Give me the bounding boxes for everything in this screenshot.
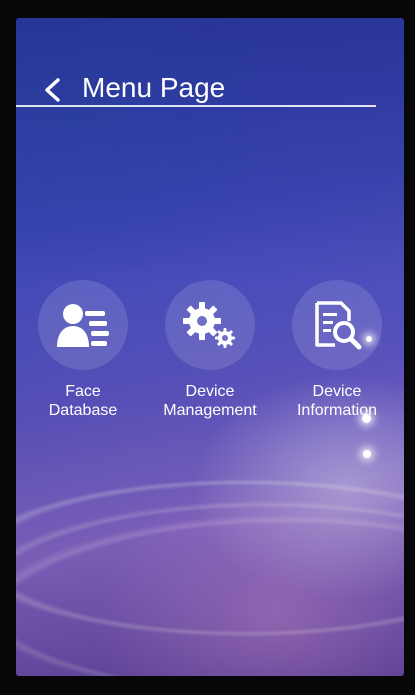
header-bar: Menu Page (32, 70, 392, 110)
chevron-left-icon (45, 78, 60, 102)
menu-item-label: Device Management (163, 383, 257, 419)
face-database-icon (57, 304, 109, 347)
menu-item-device-information[interactable]: Device Information (274, 280, 400, 420)
gears-icon (183, 302, 235, 348)
header-divider (16, 105, 376, 107)
icon-circle (165, 280, 255, 370)
icon-circle (38, 280, 128, 370)
device-screen: Menu Page Face Database Device Managemen… (16, 18, 404, 676)
menu-item-label: Device Information (296, 383, 378, 419)
light-glint (366, 336, 372, 342)
menu-item-label: Face Database (48, 383, 118, 419)
menu-item-face-database[interactable]: Face Database (20, 280, 146, 420)
back-button[interactable] (38, 72, 70, 108)
menu-item-device-management[interactable]: Device Management (147, 280, 273, 420)
light-glint (362, 414, 371, 423)
icon-circle (292, 280, 382, 370)
document-search-icon (315, 301, 362, 350)
light-glint (363, 450, 371, 458)
page-title: Menu Page (82, 72, 226, 103)
